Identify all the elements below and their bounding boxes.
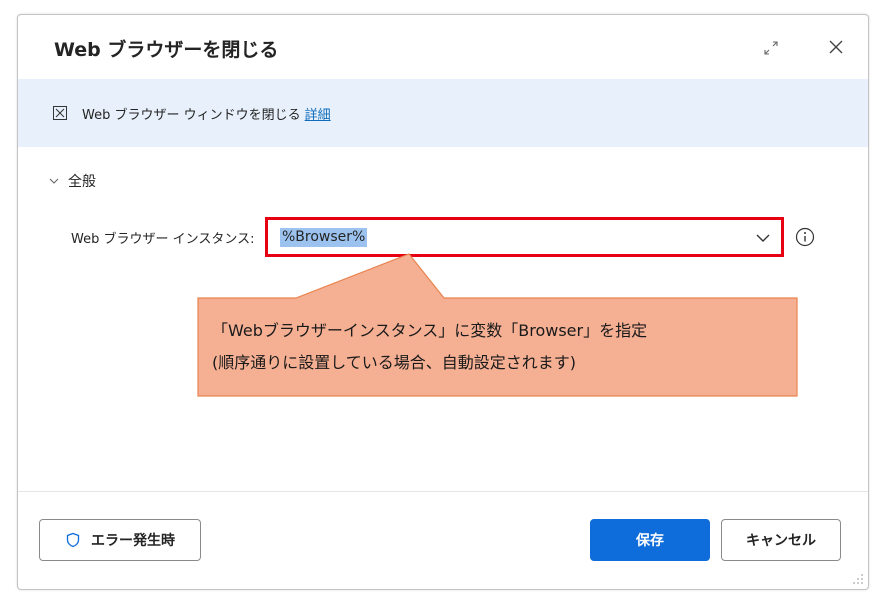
info-text: Web ブラウザー ウィンドウを閉じる 詳細: [82, 104, 331, 123]
close-browser-dialog: Web ブラウザーを閉じる Web ブラウザー ウィンドウを閉じる 詳細 全般 W…: [17, 14, 869, 590]
save-button[interactable]: 保存: [590, 519, 710, 561]
chevron-down-icon: [756, 234, 770, 242]
section-general[interactable]: 全般: [48, 171, 96, 191]
chevron-down-icon: [49, 178, 59, 184]
browser-instance-select[interactable]: %Browser%: [265, 217, 784, 257]
section-label: 全般: [68, 174, 96, 190]
browser-instance-value: %Browser%: [280, 228, 368, 247]
resize-grip-icon[interactable]: [852, 573, 864, 585]
close-icon[interactable]: [826, 37, 846, 57]
cancel-button[interactable]: キャンセル: [721, 519, 841, 561]
expand-icon[interactable]: [762, 39, 780, 57]
shield-icon: [66, 532, 80, 548]
info-description: Web ブラウザー ウィンドウを閉じる: [82, 108, 301, 123]
info-icon[interactable]: [795, 227, 815, 247]
details-link[interactable]: 詳細: [305, 108, 331, 123]
footer-divider: [18, 491, 868, 492]
dialog-title: Web ブラウザーを閉じる: [54, 39, 279, 61]
on-error-label: エラー発生時: [91, 533, 175, 549]
on-error-button[interactable]: エラー発生時: [39, 519, 201, 561]
browser-instance-label: Web ブラウザー インスタンス:: [71, 232, 255, 247]
close-window-icon: [53, 106, 67, 120]
info-bar: Web ブラウザー ウィンドウを閉じる 詳細: [18, 79, 868, 147]
